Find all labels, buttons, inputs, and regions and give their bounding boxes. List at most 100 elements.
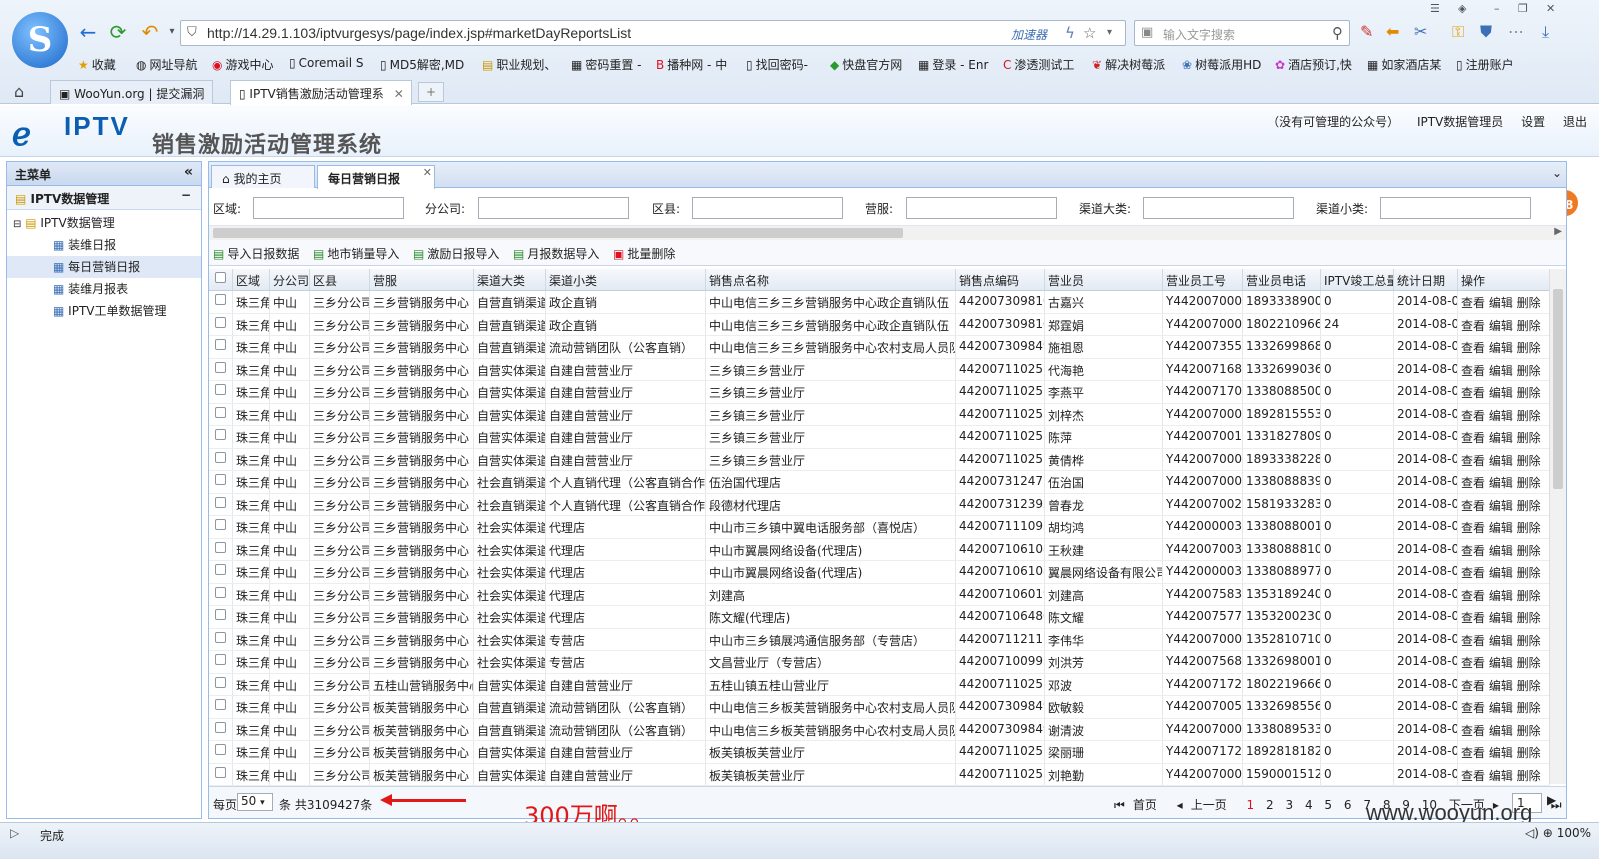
row-actions[interactable]: 查看 编辑 删除 [1458,583,1550,605]
table-row[interactable]: 珠三角 中山 三乡分公司 三乡营销服务中心 社会实体渠道 代理店 中山市翼晨网络设备(代理店… [209,538,1550,561]
go-page-icon[interactable]: ▶ [1547,793,1556,807]
close-icon[interactable]: ✕ [394,87,404,101]
row-actions[interactable]: 查看 编辑 删除 [1458,516,1550,538]
search-input[interactable]: 输入文字搜索 [1163,26,1235,43]
bookmark-item[interactable]: ◍ 网址导航 [136,56,198,73]
bookmark-item[interactable]: ◆ 快盘官方网 [830,56,902,73]
row-actions[interactable]: 查看 编辑 删除 [1458,763,1550,785]
row-checkbox[interactable] [209,313,233,335]
row-checkbox[interactable] [209,471,233,493]
column-header[interactable]: 区县 [310,269,370,290]
column-header[interactable]: 区域 [233,269,270,290]
row-actions[interactable]: 查看 编辑 删除 [1458,606,1550,628]
row-actions[interactable]: 查看 编辑 删除 [1458,718,1550,740]
import-daily-button[interactable]: ▤ 导入日报数据 [213,245,299,262]
row-actions[interactable]: 查看 编辑 删除 [1458,336,1550,358]
back-icon[interactable]: ← [76,20,100,44]
per-page-select[interactable]: 50 ▾ [237,793,273,811]
channel-minor-input[interactable] [1380,197,1531,219]
page-link[interactable]: 6 [1344,798,1352,812]
table-row[interactable]: 珠三角 中山 三乡分公司 三乡营销服务中心 自营直销渠道 流动营销团队（公客直销） 中山电信… [209,336,1550,359]
table-row[interactable]: 珠三角 中山 三乡分公司 板芙营销服务中心 自营直销渠道 流动营销团队（公客直销） 中山电信… [209,696,1550,719]
column-header[interactable]: 统计日期 [1394,269,1458,290]
table-row[interactable]: 珠三角 中山 三乡分公司 三乡营销服务中心 自营实体渠道 自建自营营业厅 三乡镇三乡营业厅 4… [209,358,1550,381]
bookmark-item[interactable]: ▦ 登录 - Enr [918,56,988,73]
address-url[interactable]: http://14.29.1.103/iptvurgesys/page/inde… [207,25,631,41]
row-actions[interactable]: 查看 编辑 删除 [1458,538,1550,560]
row-actions[interactable]: 查看 编辑 删除 [1458,471,1550,493]
zoom-level[interactable]: ◁) ⊕ 100% [1525,826,1591,840]
search-icon[interactable]: ⚲ [1332,24,1343,42]
row-checkbox[interactable] [209,381,233,403]
table-row[interactable]: 珠三角 中山 三乡分公司 板芙营销服务中心 自营实体渠道 自建自营营业厅 板芙镇板芙营业厅 4… [209,763,1550,786]
column-header[interactable]: 分公司 [270,269,310,290]
batch-delete-button[interactable]: ▣ 批量删除 [613,245,675,262]
county-input[interactable] [692,197,843,219]
more-icon[interactable]: ⋯ [1508,22,1524,41]
collapse-icon[interactable]: « [184,164,193,180]
refresh-icon[interactable]: ⟳ [106,20,130,44]
sidebar-item-workorder[interactable]: ▦ IPTV工单数据管理 [7,300,201,322]
vertical-scrollbar[interactable] [1549,269,1566,784]
table-row[interactable]: 珠三角 中山 三乡分公司 三乡营销服务中心 社会实体渠道 代理店 中山市三乡镇中翼电话服务部… [209,516,1550,539]
chevron-right-icon[interactable]: ▶ [1554,226,1562,237]
key-icon[interactable]: ⚿ [1452,22,1464,42]
row-actions[interactable]: 查看 编辑 删除 [1458,493,1550,515]
column-header[interactable]: 营服 [370,269,474,290]
page-link[interactable]: 2 [1266,798,1274,812]
sidebar-group[interactable]: ▤ IPTV数据管理 − [7,186,201,210]
table-row[interactable]: 珠三角 中山 三乡分公司 三乡营销服务中心 自营实体渠道 自建自营营业厅 三乡镇三乡营业厅 4… [209,381,1550,404]
column-header[interactable]: 营业员工号 [1163,269,1243,290]
column-header[interactable]: 渠道大类 [474,269,546,290]
row-actions[interactable]: 查看 编辑 删除 [1458,358,1550,380]
page-link[interactable]: 3 [1285,798,1293,812]
table-row[interactable]: 珠三角 中山 三乡分公司 三乡营销服务中心 自营实体渠道 自建自营营业厅 三乡镇三乡营业厅 4… [209,448,1550,471]
row-checkbox[interactable] [209,516,233,538]
row-checkbox[interactable] [209,583,233,605]
prev-page-link[interactable]: ◂ 上一页 [1177,798,1235,812]
table-row[interactable]: 珠三角 中山 三乡分公司 三乡营销服务中心 社会实体渠道 代理店 刘建高 4420071060… [209,583,1550,606]
row-checkbox[interactable] [209,403,233,425]
download-icon[interactable]: ⤓ [1542,22,1549,42]
no-account-link[interactable]: （没有可管理的公众号） [1267,115,1399,129]
horizontal-scrollbar[interactable]: ▶ [209,226,1566,240]
bookmark-item[interactable]: ★ 收藏 [78,56,116,73]
import-city-button[interactable]: ▤ 地市销量导入 [313,245,399,262]
row-actions[interactable]: 查看 编辑 删除 [1458,403,1550,425]
row-checkbox[interactable] [209,538,233,560]
row-checkbox[interactable] [209,696,233,718]
row-checkbox[interactable] [209,741,233,763]
table-row[interactable]: 珠三角 中山 三乡分公司 板芙营销服务中心 自营直销渠道 流动营销团队（公客直销） 中山电信… [209,718,1550,741]
bookmark-item[interactable]: ▯ Coremail S [289,56,364,70]
row-actions[interactable]: 查看 编辑 删除 [1458,426,1550,448]
row-actions[interactable]: 查看 编辑 删除 [1458,313,1550,335]
column-header[interactable]: 操作 [1458,269,1550,290]
toolbar-icon-2[interactable]: ⬅ [1386,22,1399,41]
table-row[interactable]: 珠三角 中山 三乡分公司 三乡营销服务中心 社会实体渠道 专营店 文昌营业厅（专营店） 442… [209,651,1550,674]
row-checkbox[interactable] [209,718,233,740]
bookmark-item[interactable]: ✿ 酒店预订,快 [1275,56,1352,73]
browser-tab-iptv[interactable]: ▯ IPTV销售激励活动管理系 ✕ [230,80,412,105]
user-link[interactable]: IPTV数据管理员 [1417,115,1503,129]
scissors-icon[interactable]: ✂ [1414,22,1427,41]
column-header[interactable]: 营业员 [1045,269,1163,290]
bookmark-item[interactable]: ▤ 职业规划、 [482,56,556,73]
lightning-icon[interactable]: ϟ [1065,24,1075,42]
settings-link[interactable]: 设置 [1521,115,1545,129]
table-row[interactable]: 珠三角 中山 三乡分公司 三乡营销服务中心 社会直销渠道 个人直销代理（公客直销合作） 伍治… [209,471,1550,494]
close-icon[interactable]: ✕ [423,166,432,179]
table-row[interactable]: 珠三角 中山 三乡分公司 三乡营销服务中心 社会直销渠道 个人直销代理（公客直销合作） 段德… [209,493,1550,516]
row-actions[interactable]: 查看 编辑 删除 [1458,381,1550,403]
row-checkbox[interactable] [209,291,233,313]
bookmark-item[interactable]: ❦ 解决树莓派 [1092,56,1165,73]
browser-tab-wooyun[interactable]: ▣ WooYun.org | 提交漏洞 [50,80,214,104]
table-row[interactable]: 珠三角 中山 三乡分公司 三乡营销服务中心 自营直销渠道 政企直销 中山电信三乡三乡营销服务… [209,291,1550,314]
sidebar-item-install-daily[interactable]: ▦ 装维日报 [7,234,201,256]
toolbar-icon-1[interactable]: ✎ [1360,22,1373,41]
row-checkbox[interactable] [209,493,233,515]
table-row[interactable]: 珠三角 中山 三乡分公司 板芙营销服务中心 自营实体渠道 自建自营营业厅 板芙镇板芙营业厅 4… [209,741,1550,764]
sidebar-item-install-monthly[interactable]: ▦ 装维月报表 [7,278,201,300]
close-icon[interactable]: ✕ [1546,2,1555,15]
column-header[interactable]: 销售点名称 [706,269,956,290]
row-actions[interactable]: 查看 编辑 删除 [1458,651,1550,673]
